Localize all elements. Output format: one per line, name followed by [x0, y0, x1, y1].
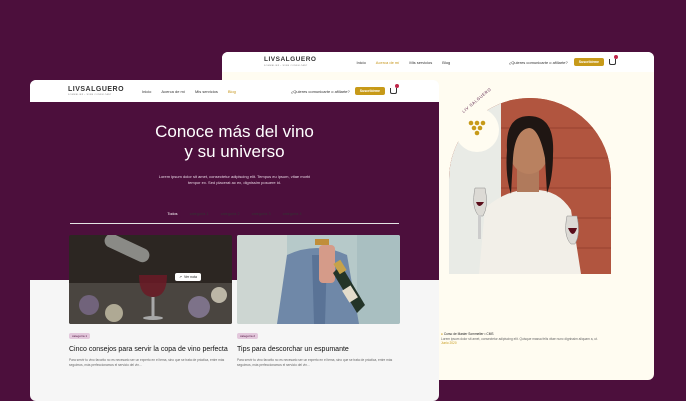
- blog-card-1-tag[interactable]: categoría 1: [69, 333, 91, 339]
- tab-todos[interactable]: Todos: [164, 210, 181, 218]
- front-nav-inicio[interactable]: Inicio: [142, 89, 151, 94]
- back-navbar: LIVSALGUERO SOMMELIER • WINE CONSULTANT …: [222, 52, 654, 72]
- profile-headline-text: Curso de Master Sommelier • CMS: [443, 332, 494, 336]
- profile-info: ● Curso de Master Sommelier • CMS Lorem …: [441, 332, 611, 346]
- hero-subtitle: Lorem ipsum dolor sit amet, consectetur …: [158, 174, 311, 185]
- front-nav-servicios[interactable]: Mis servicios: [195, 89, 218, 94]
- blog-card-2-excerpt: Para servir tu vino favorito no es neces…: [237, 358, 393, 367]
- front-contact-link[interactable]: ¿Quieres comunicarte o afiliarte?: [291, 89, 350, 94]
- external-link-icon: ↗: [179, 275, 182, 279]
- front-logo-text: LIVSALGUERO: [68, 86, 125, 93]
- grapes-icon: [468, 120, 486, 136]
- back-logo-text: LIVSALGUERO: [264, 56, 317, 64]
- profile-text: Lorem ipsum dolor sit amet, consectetur …: [441, 336, 598, 341]
- back-nav-acerca[interactable]: Acerca de mí: [376, 60, 400, 65]
- blog-card-2-tag[interactable]: categoría 2: [237, 333, 259, 339]
- front-cart-icon[interactable]: [390, 84, 399, 94]
- hero-title-line2: y su universo: [184, 142, 285, 161]
- tab-categoria-1[interactable]: categoría 1: [187, 210, 212, 218]
- wine-pour-photo: [69, 235, 232, 324]
- blog-card-2-image[interactable]: [237, 235, 400, 324]
- ver-nota-label: Ver nota: [183, 275, 197, 279]
- category-tabs: Todos categoría 1 categoría 2 categoría …: [30, 210, 439, 218]
- back-nav-inicio[interactable]: Inicio: [356, 60, 365, 65]
- sparkling-wine-photo: [237, 235, 400, 324]
- front-cart-badge-icon: [395, 84, 399, 88]
- front-navbar: LIVSALGUERO SOMMELIER • WINE CONSULTANT …: [30, 80, 439, 102]
- blog-window: LIVSALGUERO SOMMELIER • WINE CONSULTANT …: [30, 80, 439, 401]
- front-logo[interactable]: LIVSALGUERO SOMMELIER • WINE CONSULTANT: [68, 86, 124, 96]
- profile-badge-text: LIV SALGUERO: [461, 86, 493, 114]
- hero-title-line1: Conoce más del vino: [155, 122, 314, 141]
- back-subscribe-button[interactable]: Suscribirme: [573, 58, 604, 66]
- back-cart-icon[interactable]: [609, 55, 618, 65]
- cart-badge-icon: [614, 55, 618, 59]
- back-contact-link[interactable]: ¿Quieres comunicarte o afiliarte?: [509, 60, 568, 65]
- tab-categoria-4[interactable]: categoría 4: [280, 210, 305, 218]
- back-logo-tagline: SOMMELIER • WINE CONSULTANT: [264, 64, 308, 67]
- blog-card-2[interactable]: categoría 2 Tips para descorchar un espu…: [237, 235, 400, 367]
- front-nav-blog[interactable]: Blog: [228, 89, 236, 94]
- blog-card-2-title[interactable]: Tips para descorchar un espumante: [237, 345, 400, 354]
- profile-headline: ● Curso de Master Sommelier • CMS: [441, 332, 493, 336]
- hero-title: Conoce más del vino y su universo: [30, 122, 439, 162]
- profile-badge: LIV SALGUERO: [455, 87, 499, 152]
- front-subscribe-button[interactable]: Suscribirme: [354, 87, 385, 95]
- tabs-divider: [70, 223, 399, 224]
- tab-categoria-2[interactable]: categoría 2: [218, 210, 243, 218]
- front-logo-tagline: SOMMELIER • WINE CONSULTANT: [68, 94, 112, 96]
- ver-nota-button[interactable]: ↗ Ver nota: [175, 273, 201, 281]
- blog-card-1[interactable]: ↗ Ver nota categoría 1 Cinco consejos pa…: [69, 235, 232, 367]
- blog-card-1-title[interactable]: Cinco consejos para servir la copa de vi…: [69, 345, 232, 354]
- back-nav-blog[interactable]: Blog: [442, 60, 450, 65]
- tab-categoria-3[interactable]: categoría 3: [249, 210, 274, 218]
- back-logo[interactable]: LIVSALGUERO SOMMELIER • WINE CONSULTANT: [264, 57, 316, 67]
- front-nav-acerca[interactable]: Acerca de mí: [161, 89, 185, 94]
- blog-card-1-image[interactable]: ↗ Ver nota: [69, 235, 232, 324]
- bullet-icon: ●: [441, 332, 443, 336]
- back-nav-servicios[interactable]: Mis servicios: [409, 60, 432, 65]
- profile-year: Junio 2020: [441, 341, 457, 346]
- blog-card-1-excerpt: Para servir tu vino favorito no es neces…: [69, 358, 225, 367]
